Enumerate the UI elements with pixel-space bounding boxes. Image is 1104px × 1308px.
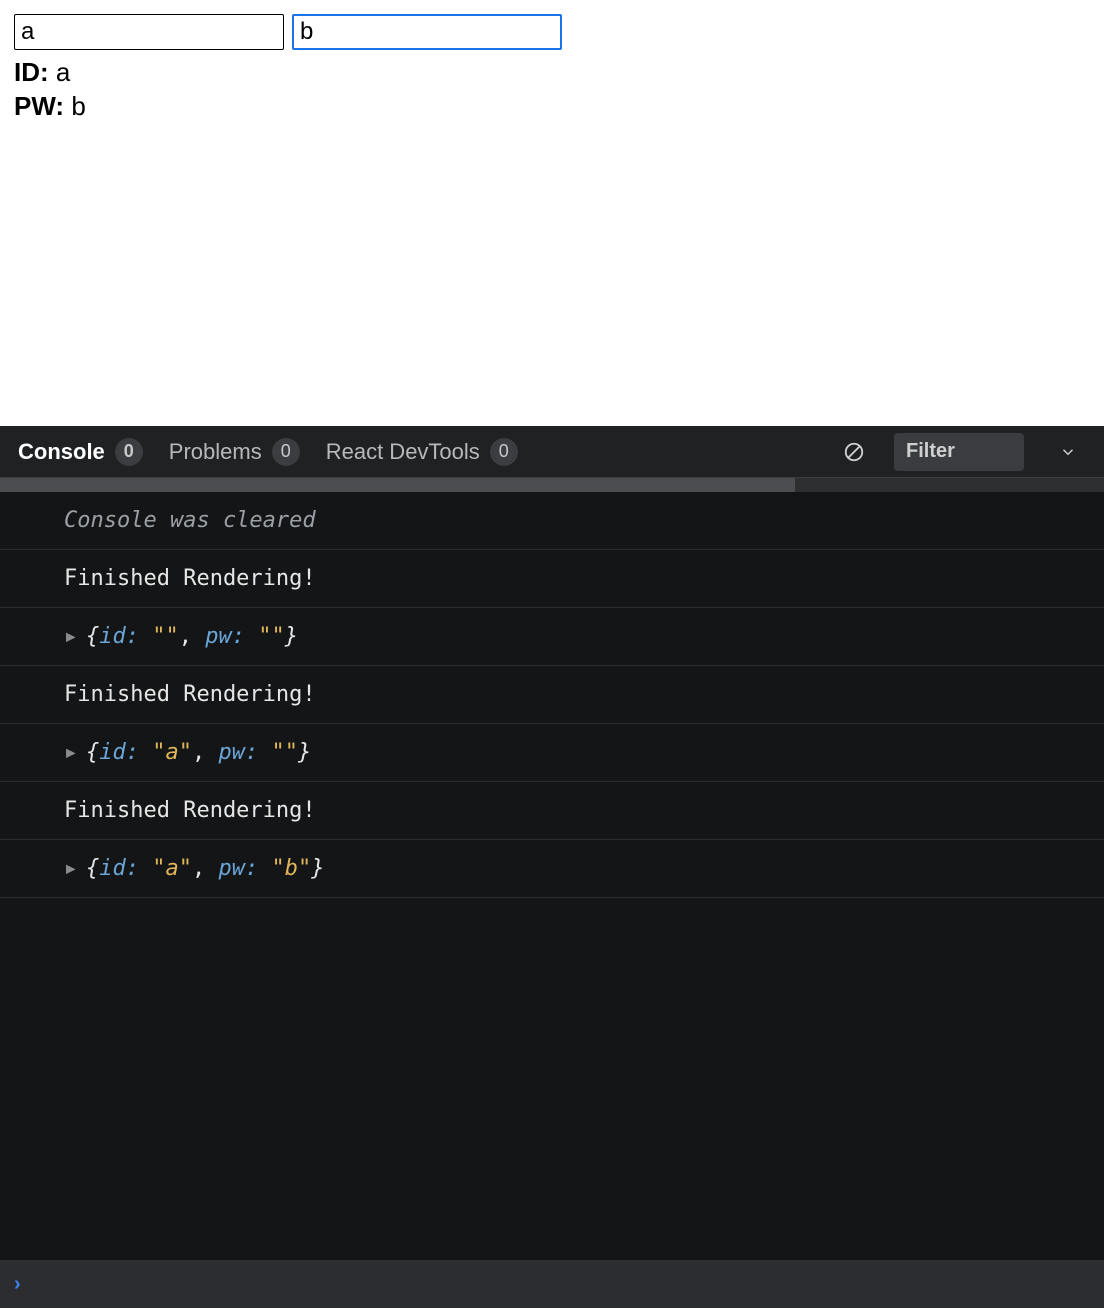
tab-react-devtools[interactable]: React DevTools 0 [326, 438, 518, 466]
tab-label: Console [18, 439, 105, 465]
tabs-scrollbar[interactable] [0, 478, 1104, 492]
devtools-panel: Console 0 Problems 0 React DevTools 0 [0, 426, 1104, 1308]
console-log-row[interactable]: ▶ {id: "a", pw: ""} [0, 724, 1104, 782]
tab-console[interactable]: Console 0 [18, 438, 143, 466]
console-log-row: Finished Rendering! [0, 550, 1104, 608]
console-log-row: Console was cleared [0, 492, 1104, 550]
inputs-row [14, 14, 1090, 50]
console-log-list: Console was cleared Finished Rendering! ▶ {… [0, 492, 1104, 1260]
console-prompt[interactable]: › [0, 1260, 1104, 1308]
app-preview-pane: ID: a PW: b [0, 0, 1104, 426]
prompt-caret-icon: › [14, 1273, 21, 1296]
console-log-row[interactable]: ▶ {id: "", pw: ""} [0, 608, 1104, 666]
clear-console-icon[interactable] [840, 438, 868, 466]
log-object: {id: "", pw: ""} [86, 624, 298, 649]
log-object: {id: "a", pw: "b"} [86, 856, 325, 881]
console-log-row[interactable]: ▶ {id: "a", pw: "b"} [0, 840, 1104, 898]
tab-count-badge: 0 [272, 438, 300, 466]
disclosure-triangle-icon[interactable]: ▶ [66, 742, 76, 761]
disclosure-triangle-icon[interactable]: ▶ [66, 626, 76, 645]
pw-readout-value: b [71, 91, 85, 121]
id-readout-value: a [56, 57, 70, 87]
devtools-tabs: Console 0 Problems 0 React DevTools 0 [0, 426, 1104, 478]
form-readout: ID: a PW: b [14, 56, 1090, 124]
log-text: Finished Rendering! [64, 566, 316, 591]
tab-count-badge: 0 [115, 438, 143, 466]
disclosure-triangle-icon[interactable]: ▶ [66, 858, 76, 877]
tab-label: Problems [169, 439, 262, 465]
id-input[interactable] [14, 14, 284, 50]
console-log-row: Finished Rendering! [0, 782, 1104, 840]
tab-label: React DevTools [326, 439, 480, 465]
tab-count-badge: 0 [490, 438, 518, 466]
more-menu-button[interactable] [1050, 434, 1086, 470]
log-info-text: Console was cleared [64, 508, 316, 533]
pw-input[interactable] [292, 14, 562, 50]
pw-label: PW: [14, 91, 64, 121]
log-text: Finished Rendering! [64, 798, 316, 823]
console-filter-input[interactable] [894, 433, 1024, 471]
id-label: ID: [14, 57, 49, 87]
console-log-row: Finished Rendering! [0, 666, 1104, 724]
log-text: Finished Rendering! [64, 682, 316, 707]
tab-problems[interactable]: Problems 0 [169, 438, 300, 466]
log-object: {id: "a", pw: ""} [86, 740, 311, 765]
